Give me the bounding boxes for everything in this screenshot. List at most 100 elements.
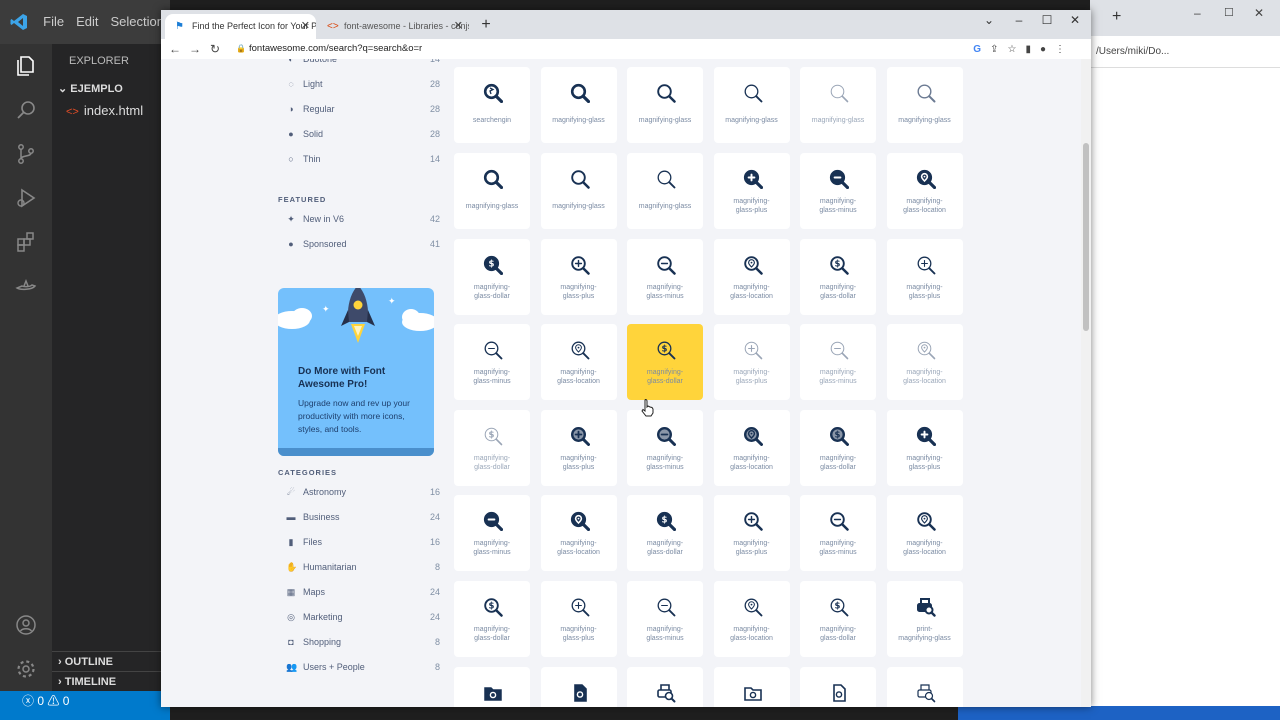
files-icon[interactable] xyxy=(0,44,52,88)
star-icon[interactable]: ☆ xyxy=(1007,41,1016,59)
run-debug-icon[interactable] xyxy=(0,176,52,220)
new-tab-button[interactable]: + xyxy=(475,14,497,36)
maximize-icon[interactable]: ☐ xyxy=(1224,6,1234,19)
icon-card[interactable]: magnifying-glass-plus xyxy=(886,409,963,486)
menu-edit[interactable]: Edit xyxy=(70,0,104,44)
icon-card[interactable]: magnifying-glass-plus xyxy=(886,238,963,315)
icon-card[interactable]: magnifying-glass-location xyxy=(713,581,790,657)
icon-card[interactable]: magnifying-glass-minus xyxy=(454,324,530,400)
category-business[interactable]: ▬ Business 24 xyxy=(278,505,441,530)
sidepanel-icon[interactable]: ▮ xyxy=(1025,41,1031,59)
icon-card[interactable]: magnifying-glass-minus xyxy=(627,581,703,657)
filter-sponsored[interactable]: ● Sponsored 41 xyxy=(278,232,440,257)
maximize-button[interactable]: ☐ xyxy=(1033,10,1061,32)
icon-card[interactable]: $ magnifying-glass-dollar xyxy=(454,238,530,315)
icon-card[interactable] xyxy=(627,666,703,707)
icon-card[interactable]: $ magnifying-glass-dollar xyxy=(627,324,703,400)
address-bar[interactable]: 🔒 fontawesome.com/search?q=search&o=r G … xyxy=(231,40,1071,58)
icon-card[interactable]: magnifying-glass-minus xyxy=(627,238,703,315)
icon-card[interactable]: magnifying-glass-plus xyxy=(540,581,617,657)
minimize-icon[interactable]: – xyxy=(1194,6,1201,20)
icon-card[interactable]: magnifying-glass xyxy=(800,67,876,143)
icon-card[interactable]: magnifying-glass-location xyxy=(540,495,617,571)
pro-promo-card[interactable]: ✦ ✦ Do More with Font Awesome Pro! Upgra… xyxy=(278,288,434,456)
icon-card[interactable]: magnifying-glass-location xyxy=(540,324,617,400)
category-files[interactable]: ▮ Files 16 xyxy=(278,530,440,555)
filter-style-regular[interactable]: ◑ Regular 28 xyxy=(278,97,440,122)
icon-card[interactable]: magnifying-glass xyxy=(627,67,703,143)
filter-style-light[interactable]: ◌ Light 28 xyxy=(278,72,440,97)
status-bar[interactable]: ⓧ 0 ⚠ 0 xyxy=(0,691,170,720)
icon-card[interactable] xyxy=(713,666,790,707)
background-address-bar[interactable]: /Users/miki/Do... xyxy=(1090,36,1280,68)
icon-card[interactable] xyxy=(800,666,876,707)
scrollbar-thumb[interactable] xyxy=(1083,143,1089,331)
page-scrollbar[interactable] xyxy=(1081,59,1091,707)
icon-card[interactable]: $ magnifying-glass-dollar xyxy=(800,409,876,486)
icon-card[interactable]: magnifying-glass-location xyxy=(713,409,790,486)
icon-card[interactable]: $ magnifying-glass-dollar xyxy=(800,238,876,315)
more-menu-icon[interactable]: ⋮ xyxy=(1055,41,1065,59)
icon-card[interactable] xyxy=(886,666,963,707)
icon-card[interactable]: magnifying-glass-minus xyxy=(800,495,876,571)
icon-card[interactable]: magnifying-glass-plus xyxy=(540,238,617,315)
close-icon[interactable]: ✕ xyxy=(1254,6,1264,20)
icon-card[interactable]: magnifying-glass-location xyxy=(713,238,790,315)
icon-card[interactable]: magnifying-glass-plus xyxy=(540,409,617,486)
reload-icon[interactable]: ↻ xyxy=(205,42,225,56)
tab-fontawesome-search[interactable]: ⚑ Find the Perfect Icon for Your Pr ✕ xyxy=(165,14,316,39)
icon-card[interactable]: magnifying-glass xyxy=(540,153,617,229)
icon-card[interactable]: magnifying-glass-minus xyxy=(800,324,876,400)
category-marketing[interactable]: ◎ Marketing 24 xyxy=(278,605,440,630)
category-shopping[interactable]: ◘ Shopping 8 xyxy=(278,630,440,655)
filter-style-duotone[interactable]: ◐ Duotone 14 xyxy=(278,59,440,72)
icon-card[interactable]: searchengin xyxy=(454,67,530,143)
filter-style-thin[interactable]: ○ Thin 14 xyxy=(278,147,440,172)
icon-card[interactable]: $ magnifying-glass-dollar xyxy=(454,581,530,657)
icon-card[interactable]: magnifying-glass-plus xyxy=(713,153,790,229)
extensions-icon[interactable] xyxy=(0,220,52,264)
icon-card[interactable]: magnifying-glass-location xyxy=(886,324,963,400)
filter-new-in-v6[interactable]: ✦ New in V6 42 xyxy=(278,207,440,232)
lamp-icon[interactable] xyxy=(0,264,52,308)
icon-card[interactable]: magnifying-glass xyxy=(627,153,703,229)
tab-search-icon[interactable]: ⌄ xyxy=(975,10,1003,32)
close-tab-icon[interactable]: ✕ xyxy=(454,14,463,39)
profile-icon[interactable]: ● xyxy=(1040,41,1046,59)
forward-icon[interactable]: → xyxy=(185,42,205,56)
tab-cdnjs[interactable]: <> font-awesome - Libraries - cdnjs ✕ xyxy=(317,14,469,39)
icon-card[interactable]: magnifying-glass-location xyxy=(886,153,963,229)
category-users-people[interactable]: 👥 Users + People 8 xyxy=(278,655,440,680)
outline-section[interactable]: › OUTLINE xyxy=(52,651,170,671)
icon-card[interactable]: $ magnifying-glass-dollar xyxy=(454,409,530,486)
account-icon[interactable] xyxy=(0,603,52,647)
share-icon[interactable]: ⇪ xyxy=(990,41,998,59)
icon-card[interactable] xyxy=(454,666,530,707)
file-index-html[interactable]: <> index.html xyxy=(52,100,170,122)
icon-card[interactable]: magnifying-glass-plus xyxy=(713,495,790,571)
google-icon[interactable]: G xyxy=(973,41,981,59)
icon-card[interactable]: $ magnifying-glass-dollar xyxy=(800,581,876,657)
back-icon[interactable]: ← xyxy=(165,42,185,56)
minimize-button[interactable]: – xyxy=(1005,10,1033,32)
folder-ejemplo[interactable]: ⌄ EJEMPLO xyxy=(52,78,170,100)
icon-card[interactable]: magnifying-glass xyxy=(713,67,790,143)
icon-card[interactable]: magnifying-glass xyxy=(454,153,530,229)
new-tab-icon[interactable]: + xyxy=(1112,8,1121,26)
icon-card[interactable]: magnifying-glass-minus xyxy=(627,409,703,486)
timeline-section[interactable]: › TIMELINE xyxy=(52,671,170,691)
icon-card[interactable]: magnifying-glass-minus xyxy=(454,495,530,571)
category-astronomy[interactable]: ☄ Astronomy 16 xyxy=(278,480,440,505)
icon-card[interactable]: magnifying-glass-plus xyxy=(713,324,790,400)
close-window-button[interactable]: ✕ xyxy=(1061,10,1089,32)
search-icon[interactable] xyxy=(0,88,52,132)
gear-icon[interactable] xyxy=(0,647,52,691)
icon-card[interactable]: magnifying-glass xyxy=(540,67,617,143)
category-humanitarian[interactable]: ✋ Humanitarian 8 xyxy=(278,555,440,580)
icon-card[interactable]: magnifying-glass-minus xyxy=(800,153,876,229)
close-tab-icon[interactable]: ✕ xyxy=(301,14,310,39)
icon-card[interactable]: $ magnifying-glass-dollar xyxy=(627,495,703,571)
source-control-icon[interactable] xyxy=(0,132,52,176)
icon-card[interactable]: magnifying-glass-location xyxy=(886,495,963,571)
menu-file[interactable]: File xyxy=(37,0,70,44)
